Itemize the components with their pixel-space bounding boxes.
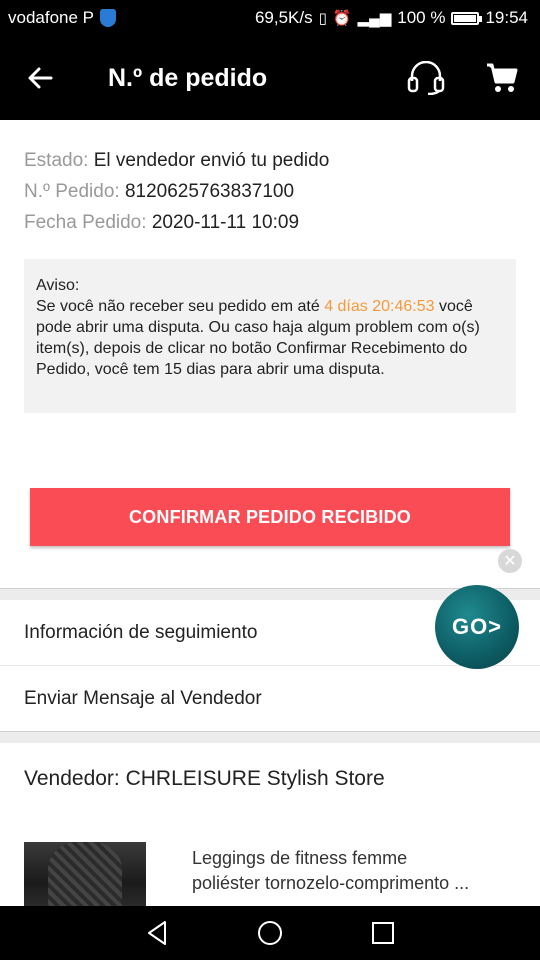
status-bar: vodafone P 69,5K/s ▯ ⏰ ▂▄▆ 100 % 19:54 bbox=[0, 0, 540, 36]
dispute-notice: Aviso: Se você não receber seu pedido em… bbox=[24, 259, 516, 413]
notice-heading: Aviso: bbox=[36, 277, 80, 294]
order-status-line: Estado: El vendedor envió tu pedido bbox=[24, 145, 516, 176]
app-bar: N.º de pedido bbox=[0, 36, 540, 120]
notice-body: Se você não receber seu pedido em até 4 … bbox=[36, 296, 504, 380]
order-date-label: Fecha Pedido: bbox=[24, 212, 147, 233]
order-number-value: 8120625763837100 bbox=[124, 181, 295, 202]
order-date-value: 2020-11-11 10:09 bbox=[151, 212, 300, 233]
product-title[interactable]: Leggings de fitness femme poliéster torn… bbox=[192, 846, 522, 896]
nav-recents-icon[interactable] bbox=[371, 921, 395, 945]
notice-text-start: Se você não receber seu pedido em até bbox=[36, 298, 325, 315]
seller-name: Vendedor: CHRLEISURE Stylish Store bbox=[24, 767, 385, 790]
section-divider bbox=[0, 731, 540, 743]
headset-icon bbox=[407, 61, 445, 95]
back-arrow-icon bbox=[28, 67, 53, 89]
nav-home-icon[interactable] bbox=[257, 920, 283, 946]
order-number-line: N.º Pedido: 8120625763837100 bbox=[24, 176, 516, 207]
product-title-line2: poliéster tornozelo-comprimento ... bbox=[192, 873, 470, 893]
support-button[interactable] bbox=[388, 36, 464, 120]
vibrate-icon: ▯ bbox=[318, 10, 327, 27]
order-status-label: Estado: bbox=[24, 150, 89, 171]
system-nav-bar bbox=[0, 906, 540, 960]
close-floating-icon[interactable]: ✕ bbox=[498, 549, 522, 573]
clock: 19:54 bbox=[485, 8, 528, 27]
battery-icon bbox=[451, 11, 483, 25]
cart-icon bbox=[487, 63, 518, 92]
order-status-value: El vendedor envió tu pedido bbox=[93, 150, 330, 171]
nav-back-icon[interactable] bbox=[145, 920, 169, 946]
cart-button[interactable] bbox=[464, 36, 540, 120]
product-title-line1: Leggings de fitness femme bbox=[192, 848, 408, 868]
order-number-label: N.º Pedido: bbox=[24, 181, 120, 202]
go-floating-button[interactable]: GO> bbox=[435, 585, 519, 669]
notice-countdown: 4 días 20:46:53 bbox=[324, 298, 435, 315]
shield-icon bbox=[100, 9, 117, 27]
alarm-icon: ⏰ bbox=[332, 10, 352, 27]
carrier-name: vodafone P bbox=[8, 8, 95, 27]
back-button[interactable] bbox=[0, 36, 80, 120]
order-date-line: Fecha Pedido: 2020-11-11 10:09 bbox=[24, 207, 516, 238]
message-seller-link[interactable]: Enviar Mensaje al Vendedor bbox=[0, 666, 540, 732]
product-image[interactable] bbox=[24, 842, 146, 910]
order-info: Estado: El vendedor envió tu pedido N.º … bbox=[24, 145, 516, 238]
confirm-order-received-button[interactable]: CONFIRMAR PEDIDO RECIBIDO bbox=[30, 488, 510, 546]
signal-icon: ▂▄▆ bbox=[357, 10, 392, 27]
network-speed: 69,5K/s bbox=[254, 8, 313, 27]
battery-percent: 100 % bbox=[397, 8, 446, 27]
page-title: N.º de pedido bbox=[108, 63, 268, 92]
